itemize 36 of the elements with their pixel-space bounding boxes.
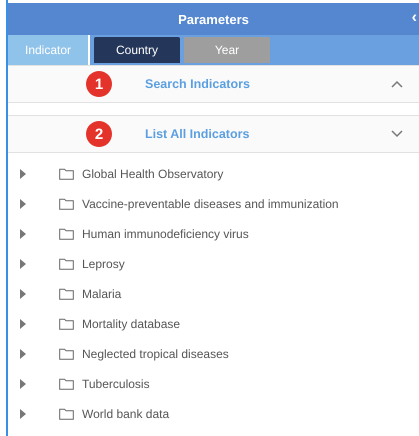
expand-arrow-icon[interactable] xyxy=(20,199,26,209)
expand-arrow-icon[interactable] xyxy=(20,259,26,269)
panel-title: Parameters xyxy=(178,12,249,26)
section-title: List All Indicators xyxy=(145,127,250,141)
expand-arrow-icon[interactable] xyxy=(20,319,26,329)
tree-item[interactable]: Mortality database xyxy=(82,317,180,331)
tree-item[interactable]: Vaccine-preventable diseases and immunization xyxy=(82,197,339,211)
expand-arrow-icon[interactable] xyxy=(20,169,26,179)
step-badge: 1 xyxy=(86,71,112,97)
tree-item[interactable]: Leprosy xyxy=(82,257,125,271)
expand-arrow-icon[interactable] xyxy=(20,409,26,419)
tree-item[interactable]: Malaria xyxy=(82,287,122,301)
section-title: Search Indicators xyxy=(145,77,250,91)
folder-icon xyxy=(59,378,74,390)
expand-arrow-icon[interactable] xyxy=(20,229,26,239)
tree-item[interactable]: Tuberculosis xyxy=(82,377,150,391)
folder-icon xyxy=(59,258,74,270)
step-badge: 2 xyxy=(86,121,112,147)
tree-item[interactable]: Human immunodeficiency virus xyxy=(82,227,249,241)
tree-item[interactable]: Global Health Observatory xyxy=(82,167,224,181)
expand-arrow-icon[interactable] xyxy=(20,349,26,359)
accordion-header[interactable]: 2 List All Indicators xyxy=(8,115,419,153)
tree-item[interactable]: Neglected tropical diseases xyxy=(82,347,229,361)
folder-icon xyxy=(59,198,74,210)
tree-item[interactable]: World bank data xyxy=(82,407,170,421)
folder-icon xyxy=(59,318,74,330)
expand-arrow-icon[interactable] xyxy=(20,379,26,389)
folder-icon xyxy=(59,408,74,420)
accordion-header[interactable]: 1 Search Indicators xyxy=(8,65,419,103)
tab[interactable]: Country xyxy=(94,37,180,63)
folder-icon xyxy=(59,288,74,300)
expand-arrow-icon[interactable] xyxy=(20,289,26,299)
folder-icon xyxy=(59,348,74,360)
folder-icon xyxy=(59,228,74,240)
collapse-button[interactable]: ‹ xyxy=(410,9,419,27)
folder-icon xyxy=(59,168,74,180)
